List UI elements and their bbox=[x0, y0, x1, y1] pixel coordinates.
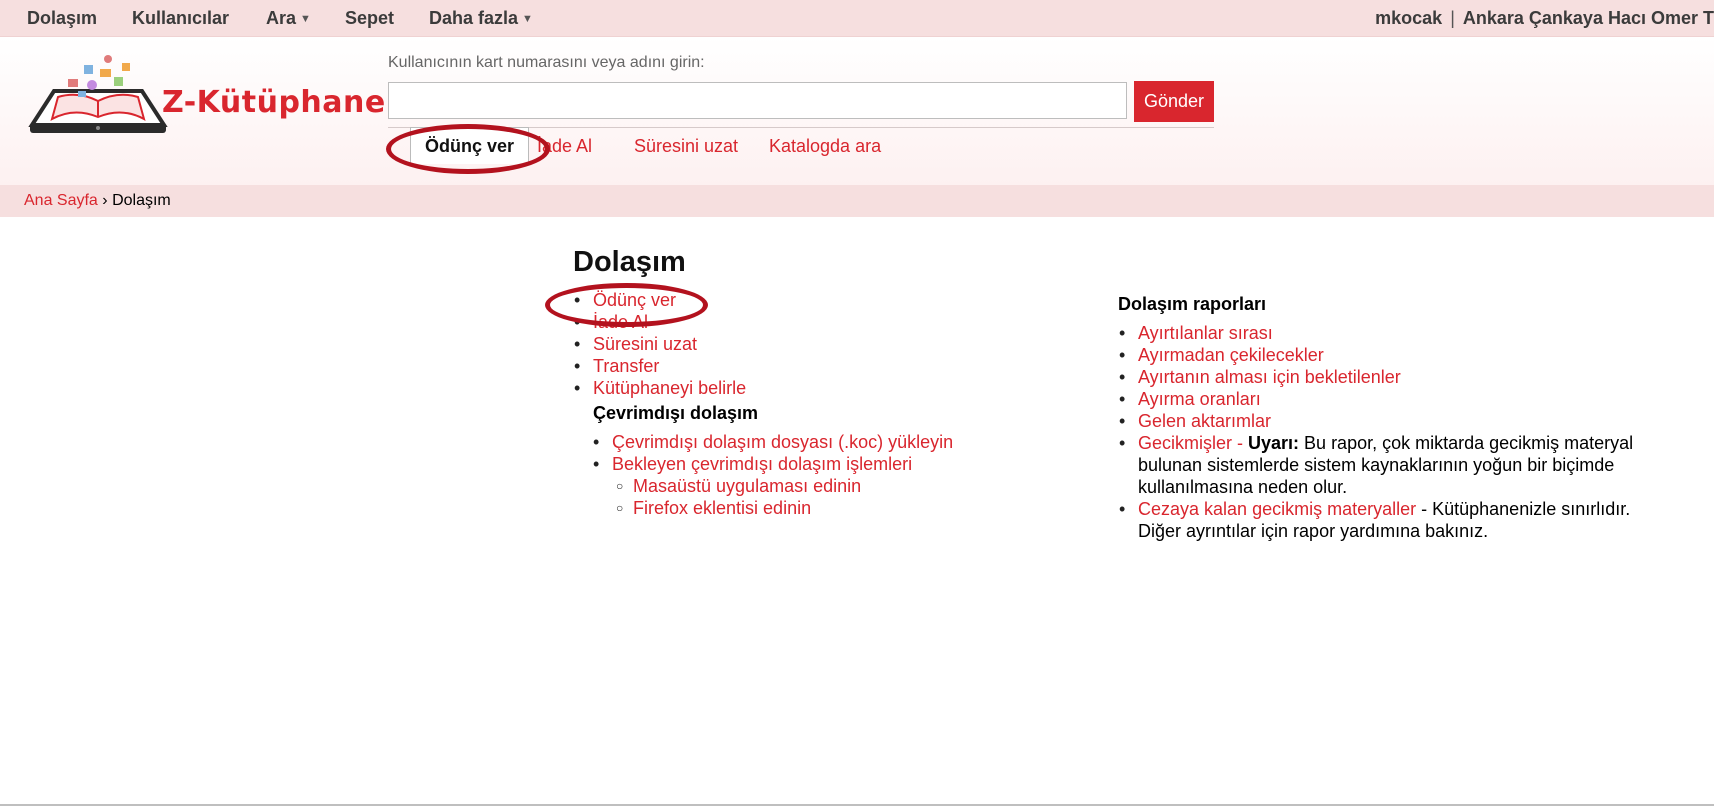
bottom-border bbox=[0, 804, 1714, 806]
link-holds-queue[interactable]: Ayırtılanlar sırası bbox=[1138, 323, 1273, 343]
link-checkin[interactable]: İade Al bbox=[593, 312, 648, 332]
link-hold-ratios[interactable]: Ayırma oranları bbox=[1138, 389, 1261, 409]
link-overdues-with-fines[interactable]: Cezaya kalan gecikmiş materyaller bbox=[1138, 499, 1416, 519]
bullet: • bbox=[574, 312, 581, 332]
submit-button[interactable]: Gönder bbox=[1134, 81, 1214, 122]
link-holds-awaiting-pickup[interactable]: Ayırtanın alması için bekletilenler bbox=[1138, 367, 1401, 387]
list-item: • Bekleyen çevrimdışı dolaşım işlemleri bbox=[593, 453, 953, 475]
list-item: • Gelen aktarımlar bbox=[1119, 410, 1678, 432]
link-set-library[interactable]: Kütüphaneyi belirle bbox=[593, 378, 746, 398]
link-desktop-app[interactable]: Masaüstü uygulaması edinin bbox=[633, 476, 861, 496]
list-item: • Ödünç ver bbox=[574, 289, 746, 311]
nav-search-label: Ara bbox=[266, 8, 297, 28]
link-checkout[interactable]: Ödünç ver bbox=[593, 290, 676, 310]
page-title: Dolaşım bbox=[573, 246, 686, 278]
list-item: • Kütüphaneyi belirle bbox=[574, 377, 746, 399]
breadcrumb: Ana Sayfa › Dolaşım bbox=[0, 185, 1714, 217]
caret-down-icon: ▼ bbox=[522, 13, 533, 25]
link-holds-to-pull[interactable]: Ayırmadan çekilecekler bbox=[1138, 345, 1324, 365]
link-pending-offline[interactable]: Bekleyen çevrimdışı dolaşım işlemleri bbox=[612, 454, 912, 474]
breadcrumb-home-link[interactable]: Ana Sayfa bbox=[24, 192, 98, 209]
bullet: • bbox=[574, 356, 581, 376]
list-item: • İade Al bbox=[574, 311, 746, 333]
link-renew[interactable]: Süresini uzat bbox=[593, 334, 697, 354]
nav-more-label: Daha fazla bbox=[429, 8, 519, 28]
offline-sub-links: ○ Masaüstü uygulaması edinin ○ Firefox ekl… bbox=[616, 475, 861, 519]
nav-cart[interactable]: Sepet bbox=[345, 8, 394, 29]
bullet: • bbox=[1119, 323, 1126, 343]
link-overdues[interactable]: Gecikmişler bbox=[1138, 433, 1232, 453]
tab-catalog-search[interactable]: Katalogda ara bbox=[769, 136, 881, 157]
nav-more[interactable]: Daha fazla ▼ bbox=[429, 8, 533, 29]
bullet: • bbox=[1119, 433, 1126, 453]
bullet: • bbox=[1119, 499, 1126, 519]
tab-renew[interactable]: Süresini uzat bbox=[634, 136, 738, 157]
patron-search-input[interactable] bbox=[388, 82, 1127, 119]
link-transfer[interactable]: Transfer bbox=[593, 356, 659, 376]
overdue-dash: - bbox=[1232, 433, 1249, 453]
bullet: ○ bbox=[616, 479, 624, 493]
nav-search[interactable]: Ara ▼ bbox=[266, 8, 311, 29]
logged-in-user[interactable]: mkocak bbox=[1375, 8, 1442, 28]
bullet: • bbox=[593, 432, 600, 452]
bullet: • bbox=[574, 290, 581, 310]
bullet: • bbox=[1119, 389, 1126, 409]
overdue-warning-label: Uyarı: bbox=[1248, 433, 1300, 453]
link-firefox-addon[interactable]: Firefox eklentisi edinin bbox=[633, 498, 811, 518]
bullet: • bbox=[574, 378, 581, 398]
list-item: • Çevrimdışı dolaşım dosyası (.koc) yükle… bbox=[593, 431, 953, 453]
list-item: • Süresini uzat bbox=[574, 333, 746, 355]
bullet: • bbox=[1119, 345, 1126, 365]
reports-title: Dolaşım raporları bbox=[1118, 294, 1267, 314]
bullet: • bbox=[593, 454, 600, 474]
bullet: ○ bbox=[616, 501, 624, 515]
bullet: • bbox=[1119, 411, 1126, 431]
list-item: • Gecikmişler - Uyarı: Bu rapor, çok mikt… bbox=[1119, 432, 1678, 498]
list-item: • Ayırma oranları bbox=[1119, 388, 1678, 410]
offline-circulation-title: Çevrimdışı dolaşım bbox=[593, 403, 759, 423]
offline-links: • Çevrimdışı dolaşım dosyası (.koc) yükle… bbox=[593, 431, 953, 475]
user-separator: | bbox=[1450, 8, 1455, 28]
circulation-links: • Ödünç ver • İade Al • Süresini uzat • Tran… bbox=[574, 289, 746, 399]
report-links: • Ayırtılanlar sırası • Ayırmadan çekilece… bbox=[1119, 322, 1678, 542]
logo-title[interactable]: Z-Kütüphane bbox=[162, 85, 386, 120]
list-item: • Ayırtanın alması için bekletilenler bbox=[1119, 366, 1678, 388]
list-item: • Transfer bbox=[574, 355, 746, 377]
nav-circulation[interactable]: Dolaşım bbox=[27, 8, 97, 29]
list-item: • Ayırtılanlar sırası bbox=[1119, 322, 1678, 344]
list-item: • Ayırmadan çekilecekler bbox=[1119, 344, 1678, 366]
tab-checkin[interactable]: İade Al bbox=[537, 136, 592, 157]
list-item: ○ Firefox eklentisi edinin bbox=[616, 497, 861, 519]
bullet: • bbox=[1119, 367, 1126, 387]
link-upload-offline-file[interactable]: Çevrimdışı dolaşım dosyası (.koc) yükley… bbox=[612, 432, 953, 452]
library-logo-icon[interactable] bbox=[28, 55, 168, 137]
search-label: Kullanıcının kart numarasını veya adını … bbox=[388, 54, 705, 71]
tab-checkout[interactable]: Ödünç ver bbox=[410, 127, 530, 164]
library-name[interactable]: Ankara Çankaya Hacı Omer T bbox=[1463, 8, 1714, 28]
breadcrumb-separator: › bbox=[102, 192, 108, 209]
top-nav: Dolaşım Kullanıcılar Ara ▼ Sepet Daha faz… bbox=[0, 0, 1714, 37]
header: Z-Kütüphane Kullanıcının kart numarasını… bbox=[0, 37, 1714, 185]
user-info: mkocak | Ankara Çankaya Hacı Omer T bbox=[1375, 8, 1714, 29]
nav-patrons[interactable]: Kullanıcılar bbox=[132, 8, 229, 29]
breadcrumb-current: Dolaşım bbox=[112, 192, 171, 209]
list-item: ○ Masaüstü uygulaması edinin bbox=[616, 475, 861, 497]
caret-down-icon: ▼ bbox=[300, 13, 311, 25]
link-transfers-to-receive[interactable]: Gelen aktarımlar bbox=[1138, 411, 1271, 431]
list-item: • Cezaya kalan gecikmiş materyaller - Küt… bbox=[1119, 498, 1678, 542]
bullet: • bbox=[574, 334, 581, 354]
